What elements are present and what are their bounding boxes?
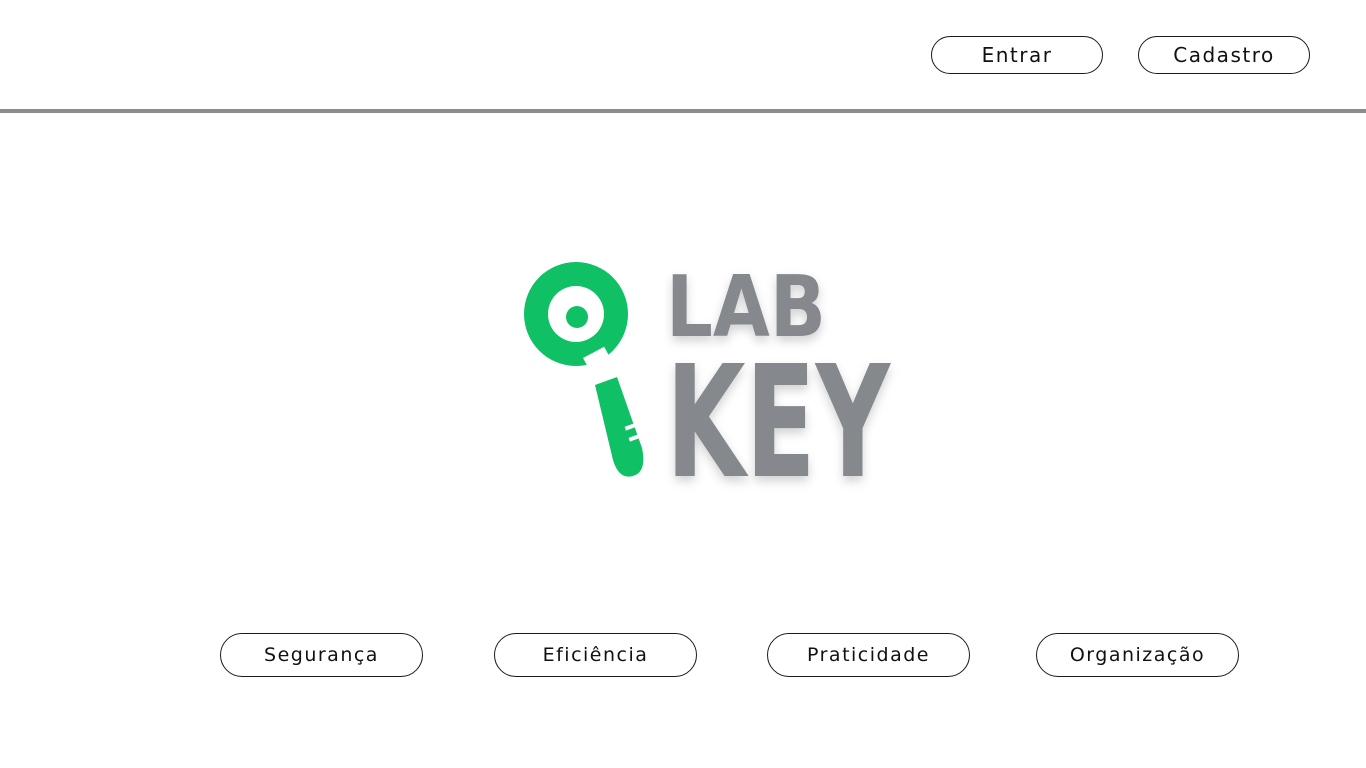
login-button[interactable]: Entrar bbox=[931, 36, 1103, 74]
logo-text-key: KEY bbox=[666, 332, 891, 500]
labkey-logo-svg: LAB KEY bbox=[524, 258, 891, 513]
landing-page: Entrar Cadastro LAB KEY Segurança Eficiê… bbox=[0, 0, 1366, 768]
top-header: Entrar Cadastro bbox=[0, 0, 1366, 110]
signup-button[interactable]: Cadastro bbox=[1138, 36, 1310, 74]
feature-eficiencia-button[interactable]: Eficiência bbox=[494, 633, 697, 677]
header-divider bbox=[0, 109, 1366, 113]
feature-organizacao-button[interactable]: Organização bbox=[1036, 633, 1239, 677]
feature-praticidade-button[interactable]: Praticidade bbox=[767, 633, 970, 677]
labkey-logo: LAB KEY bbox=[505, 240, 905, 513]
key-icon bbox=[524, 262, 644, 477]
feature-seguranca-button[interactable]: Segurança bbox=[220, 633, 423, 677]
